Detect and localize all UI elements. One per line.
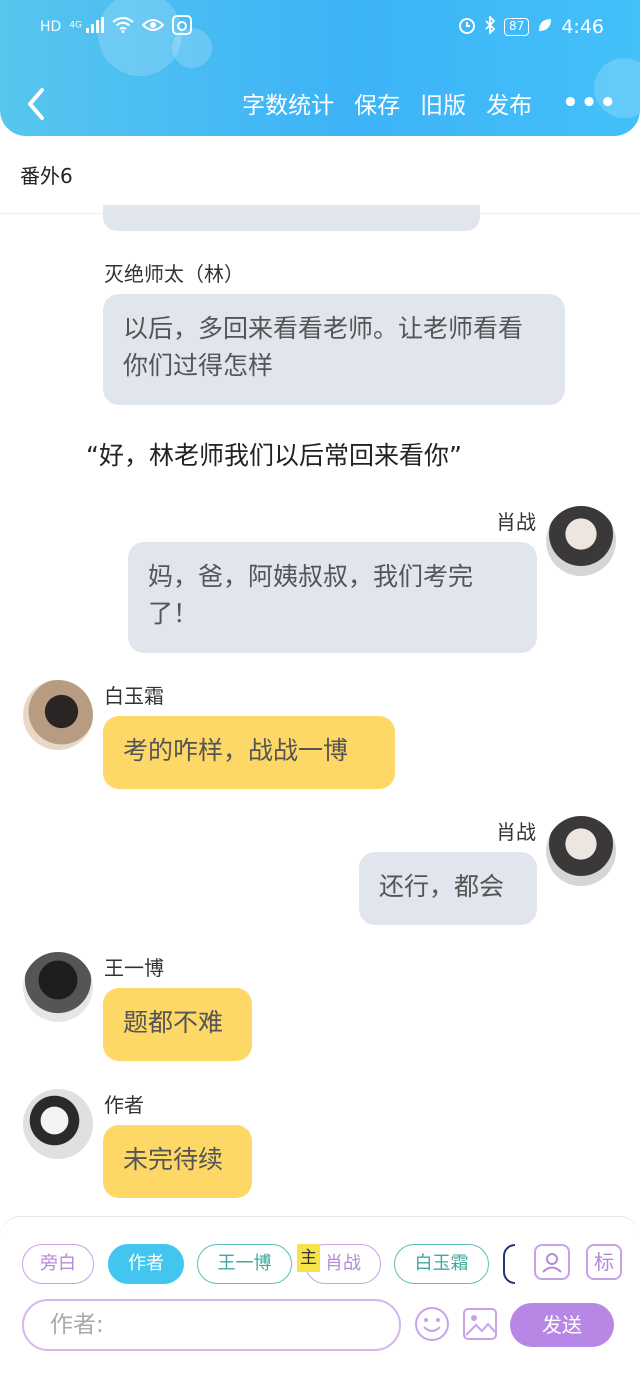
role-chip-author[interactable]: 作者	[108, 1244, 184, 1284]
role-manage-icon[interactable]	[534, 1244, 570, 1280]
speaker-name: 王一博	[104, 956, 164, 980]
battery-icon: 87	[504, 18, 530, 36]
chapter-title[interactable]: 番外6	[20, 160, 73, 189]
message-bubble[interactable]: 以后，多回来看看老师。让老师看看你们过得怎样	[103, 294, 565, 405]
avatar-xiaozhan[interactable]	[546, 816, 616, 886]
bluetooth-icon	[484, 14, 496, 39]
word-count-button[interactable]: 字数统计	[242, 86, 334, 120]
back-arrow-icon[interactable]	[22, 84, 52, 124]
role-chip-narration[interactable]: 旁白	[22, 1244, 94, 1284]
emoji-icon[interactable]	[414, 1306, 450, 1342]
nav-actions: 字数统计 保存 旧版 发布 •••	[242, 86, 618, 120]
speaker-name: 灭绝师太（林）	[104, 262, 244, 286]
image-icon[interactable]	[462, 1306, 498, 1342]
avatar-baiyushuang[interactable]	[23, 680, 93, 750]
send-button[interactable]: 发送	[510, 1303, 614, 1347]
signal-4g-icon: 4G	[69, 17, 105, 37]
narration-text[interactable]: “好，林老师我们以后常回来看你”	[86, 436, 462, 472]
message-bubble[interactable]: 妈，爸，阿姨叔叔，我们考完了！	[128, 542, 537, 653]
nav-bar: 字数统计 保存 旧版 发布 •••	[0, 78, 640, 130]
avatar-author[interactable]	[23, 1089, 93, 1159]
save-button[interactable]: 保存	[354, 86, 400, 120]
hd-icon: HD	[40, 19, 62, 35]
publish-button[interactable]: 发布	[486, 86, 532, 120]
top-header: HD 4G 87 4:46 字数统计 保存 旧版 发布 •••	[0, 0, 640, 136]
alarm-icon	[458, 16, 476, 39]
role-chip-wangyibo[interactable]: 王一博	[197, 1244, 292, 1284]
old-version-button[interactable]: 旧版	[420, 86, 466, 120]
status-bar: HD 4G 87 4:46	[40, 12, 604, 42]
role-chip-baiyushuang[interactable]: 白玉霜	[394, 1244, 489, 1284]
speaker-name: 肖战	[496, 510, 536, 534]
eye-icon	[142, 16, 165, 38]
wifi-icon	[112, 16, 135, 38]
main-role-tag: 主	[297, 1244, 320, 1272]
message-bubble[interactable]: 未完待续	[103, 1125, 252, 1198]
leaf-icon	[537, 16, 553, 38]
speaker-name: 作者	[104, 1093, 144, 1117]
message-input[interactable]: 作者:	[22, 1299, 401, 1351]
message-bubble[interactable]: 还行，都会	[359, 852, 537, 925]
message-bubble[interactable]: 题都不难	[103, 988, 252, 1061]
role-chip-overflow[interactable]	[503, 1244, 515, 1284]
message-bubble[interactable]: 考的咋样，战战一博	[103, 716, 395, 789]
speaker-name: 肖战	[496, 820, 536, 844]
avatar-xiaozhan[interactable]	[546, 506, 616, 576]
tag-button[interactable]: 标	[586, 1244, 622, 1280]
partial-message-bubble	[103, 205, 480, 231]
more-menu-icon[interactable]: •••	[562, 90, 618, 116]
speaker-name: 白玉霜	[104, 684, 164, 708]
app-icon	[172, 14, 193, 40]
clock-time: 4:46	[561, 16, 604, 38]
avatar-wangyibo[interactable]	[23, 952, 93, 1022]
